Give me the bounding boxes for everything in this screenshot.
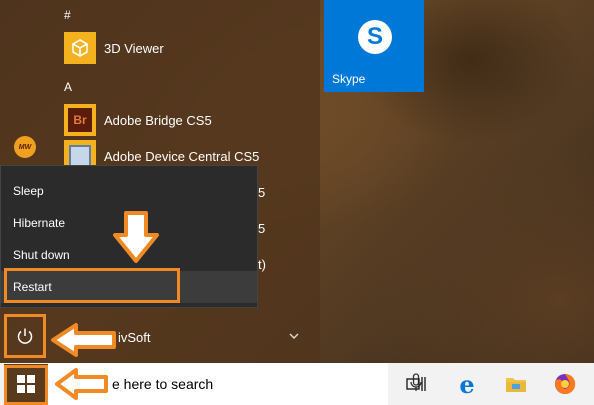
section-header-a: A [64,80,73,94]
app-label: Adobe Device Central CS5 [104,148,260,164]
clipped-app-label: 5 [258,221,266,236]
clipped-app-label: 5 [258,185,266,200]
power-menu-item-restart[interactable]: Restart [1,271,257,303]
app-label: Adobe Bridge CS5 [104,112,212,128]
3d-viewer-icon [64,32,96,64]
file-explorer-icon[interactable] [503,371,529,397]
app-list-item-3d-viewer[interactable]: 3D Viewer [64,32,324,64]
down-arrow-annotation-icon [113,211,159,263]
skype-icon: S [358,20,392,54]
left-arrow-annotation-icon [55,368,108,400]
windows-logo-icon [17,375,35,393]
search-input[interactable]: e here to search [112,376,213,392]
chevron-down-icon[interactable] [288,330,300,342]
start-button[interactable] [4,364,48,404]
section-header-hash: # [64,8,71,22]
clipped-app-label: t) [258,257,266,272]
power-button[interactable] [8,318,42,354]
power-icon [17,328,33,344]
skype-tile[interactable]: S Skype [324,0,424,92]
firefox-icon[interactable] [552,371,578,397]
app-label: 3D Viewer [104,40,164,56]
user-avatar[interactable]: MW [14,136,36,158]
edge-icon[interactable]: e [454,370,480,399]
adobe-bridge-icon: Br [64,104,96,136]
power-menu-item-sleep[interactable]: Sleep [1,175,257,207]
left-arrow-annotation-icon [51,323,116,357]
app-list-item-adobe-bridge[interactable]: Br Adobe Bridge CS5 [64,104,324,136]
clipped-app-label[interactable]: ivSoft [118,330,151,345]
tile-label: Skype [332,72,366,86]
task-view-icon[interactable] [403,371,429,397]
